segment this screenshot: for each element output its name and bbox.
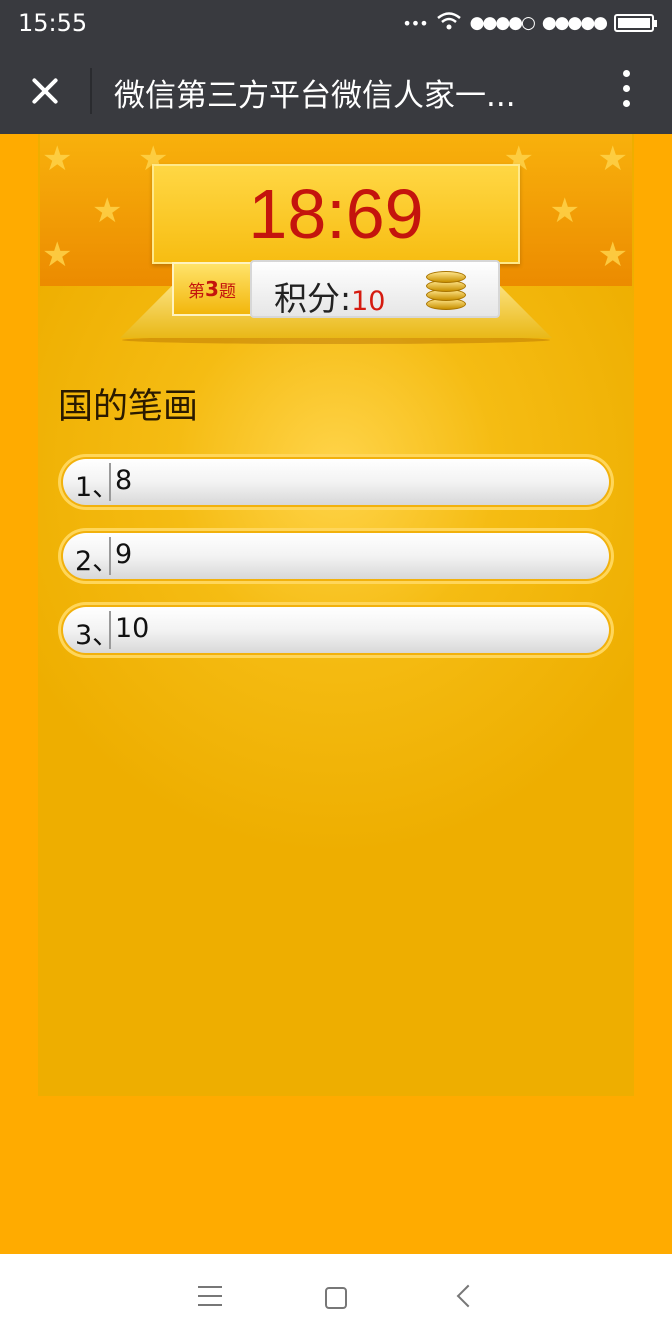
countdown-timer: 18:69 xyxy=(248,175,424,253)
score-box: 积分:10 xyxy=(250,260,500,318)
option-separator xyxy=(109,463,111,501)
score-value: 10 xyxy=(351,286,386,317)
star-icon: ★ xyxy=(549,191,580,231)
page-title: 微信第三方平台微信人家一... xyxy=(114,78,516,114)
option-value: 8 xyxy=(115,465,133,496)
star-icon: ★ xyxy=(42,235,73,275)
answer-option-3[interactable]: 3、 10 xyxy=(58,602,614,658)
title-divider xyxy=(90,68,92,114)
close-button[interactable] xyxy=(26,72,64,110)
option-value: 10 xyxy=(115,613,150,644)
wifi-icon xyxy=(436,10,462,36)
status-time: 15:55 xyxy=(18,9,88,37)
battery-icon xyxy=(614,14,657,32)
menu-icon[interactable] xyxy=(198,1286,222,1308)
option-separator xyxy=(109,537,111,575)
option-label: 2、 xyxy=(75,546,120,577)
star-icon: ★ xyxy=(597,235,628,275)
option-value: 9 xyxy=(115,539,133,570)
answer-option-2[interactable]: 2、 9 xyxy=(58,528,614,584)
question-tag-prefix: 第 xyxy=(188,281,206,302)
answer-option-1[interactable]: 1、 8 xyxy=(58,454,614,510)
question-number: 3 xyxy=(205,277,219,301)
back-icon[interactable] xyxy=(456,1284,480,1308)
option-separator xyxy=(109,611,111,649)
star-icon: ★ xyxy=(92,191,123,231)
timer-board: 18:69 xyxy=(152,164,520,264)
star-icon: ★ xyxy=(597,139,628,179)
signal-sim1-icon: ●●●●○ xyxy=(469,13,536,33)
more-notifications-icon: ••• xyxy=(402,13,428,33)
title-bar: 微信第三方平台微信人家一... xyxy=(0,48,672,134)
option-label: 1、 xyxy=(75,472,120,503)
question-number-tag: 第3题 xyxy=(172,262,252,316)
score-label: 积分: xyxy=(274,279,352,318)
status-bar: 15:55 ••• ●●●●○ ●●●●● xyxy=(0,0,672,48)
coin-stack-icon xyxy=(426,268,466,312)
option-label: 3、 xyxy=(75,620,120,651)
more-dot-icon xyxy=(622,70,630,77)
home-icon[interactable] xyxy=(325,1287,347,1309)
system-nav-bar xyxy=(0,1254,672,1344)
question-tag-suffix: 题 xyxy=(218,281,236,302)
more-dot-icon xyxy=(622,100,630,107)
signal-sim2-icon: ●●●●● xyxy=(541,13,608,33)
question-text: 国的笔画 xyxy=(58,387,199,427)
status-indicators: ••• ●●●●○ ●●●●● xyxy=(402,10,657,36)
more-dot-icon xyxy=(622,85,630,92)
more-options-button[interactable] xyxy=(620,70,632,110)
score-display: 积分:10 xyxy=(274,272,385,320)
star-icon: ★ xyxy=(42,139,73,179)
